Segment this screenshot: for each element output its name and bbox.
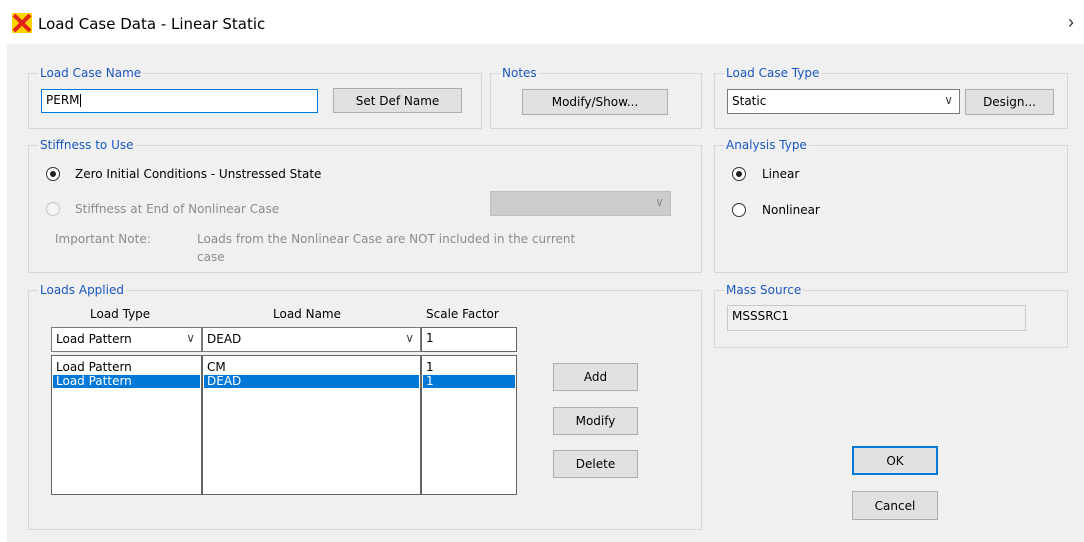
set-def-name-button[interactable]: Set Def Name	[333, 88, 462, 113]
chevron-down-icon: ∨	[655, 195, 664, 209]
zero-initial-label: Zero Initial Conditions - Unstressed Sta…	[75, 167, 322, 181]
load-case-type-label: Load Case Type	[724, 66, 822, 80]
scale-factor-input[interactable]: 1	[421, 327, 517, 352]
mass-source-field: MSSSRC1	[727, 305, 1026, 331]
list-item[interactable]: 1	[423, 375, 515, 388]
chevron-down-icon: ∨	[186, 331, 195, 345]
zero-initial-radio[interactable]	[46, 167, 60, 181]
cancel-button[interactable]: Cancel	[852, 491, 938, 520]
mass-source-value: MSSSRC1	[732, 309, 789, 323]
load-type-header: Load Type	[90, 307, 151, 321]
window-title: Load Case Data - Linear Static	[38, 15, 266, 33]
nonlinear-radio[interactable]	[732, 203, 746, 217]
notes-label: Notes	[500, 66, 539, 80]
load-case-name-value: PERM	[46, 93, 80, 107]
delete-button[interactable]: Delete	[553, 450, 638, 478]
stiffness-label: Stiffness to Use	[38, 138, 136, 152]
add-button[interactable]: Add	[553, 363, 638, 391]
list-item[interactable]: CM	[204, 361, 419, 374]
linear-label: Linear	[762, 167, 800, 181]
load-name-select[interactable]: DEAD ∨	[202, 327, 421, 352]
load-name-header: Load Name	[273, 307, 342, 321]
scale-factor-value: 1	[426, 331, 434, 345]
modify-show-button[interactable]: Modify/Show...	[522, 89, 668, 115]
load-type-list[interactable]: Load Pattern Load Pattern	[51, 355, 202, 495]
load-case-name-input[interactable]: PERM	[41, 89, 318, 113]
sap-app-icon	[12, 13, 32, 33]
important-note-line2: case	[197, 250, 225, 264]
list-item[interactable]: DEAD	[204, 375, 419, 388]
load-name-select-value: DEAD	[207, 332, 242, 346]
analysis-type-label: Analysis Type	[724, 138, 809, 152]
load-case-type-value: Static	[732, 94, 767, 108]
list-item[interactable]: Load Pattern	[53, 375, 200, 388]
loads-applied-label: Loads Applied	[38, 283, 126, 297]
scale-factor-header: Scale Factor	[426, 307, 499, 321]
important-note-line1: Loads from the Nonlinear Case are NOT in…	[197, 232, 576, 246]
load-type-select-value: Load Pattern	[56, 332, 132, 346]
load-type-select[interactable]: Load Pattern ∨	[51, 327, 202, 352]
close-icon[interactable]: ›	[1068, 12, 1074, 33]
modify-button[interactable]: Modify	[553, 407, 638, 435]
list-item[interactable]: 1	[423, 361, 515, 374]
title-bar: Load Case Data - Linear Static ›	[0, 0, 1084, 44]
nonlinear-case-select[interactable]: ∨	[490, 191, 671, 216]
important-note-label: Important Note:	[55, 232, 151, 246]
chevron-down-icon: ∨	[405, 331, 414, 345]
nonlinear-stiffness-label: Stiffness at End of Nonlinear Case	[75, 202, 280, 216]
design-button[interactable]: Design...	[965, 89, 1054, 115]
list-item[interactable]: Load Pattern	[53, 361, 200, 374]
linear-radio[interactable]	[732, 167, 746, 181]
nonlinear-label: Nonlinear	[762, 203, 820, 217]
mass-source-label: Mass Source	[724, 283, 804, 297]
scale-factor-list[interactable]: 1 1	[421, 355, 517, 495]
load-case-type-select[interactable]: Static ∨	[727, 89, 960, 114]
load-name-list[interactable]: CM DEAD	[202, 355, 421, 495]
load-case-name-label: Load Case Name	[38, 66, 144, 80]
ok-button[interactable]: OK	[852, 446, 938, 475]
nonlinear-stiffness-radio[interactable]	[46, 202, 60, 216]
chevron-down-icon: ∨	[944, 93, 953, 107]
